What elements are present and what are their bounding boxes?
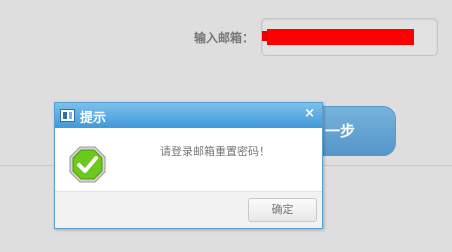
close-icon[interactable]: ×: [304, 106, 315, 121]
page-background: 输入邮箱： redacted 一步 提示 × 请登录邮箱重置密码！ 确定: [0, 0, 452, 252]
dialog-message: 请登录邮箱重置密码！: [160, 145, 270, 158]
checkmark-success-icon: [69, 146, 106, 183]
alert-dialog: 提示 × 请登录邮箱重置密码！ 确定: [54, 102, 323, 229]
dialog-title: 提示: [80, 111, 107, 126]
window-icon: [60, 109, 75, 122]
email-label: 输入邮箱：: [194, 31, 255, 45]
dialog-footer: 确定: [55, 191, 322, 228]
confirm-button[interactable]: 确定: [248, 198, 317, 222]
dialog-titlebar[interactable]: 提示 ×: [55, 103, 322, 128]
email-input[interactable]: redacted: [261, 18, 438, 56]
email-value-redacted: redacted: [267, 29, 414, 45]
